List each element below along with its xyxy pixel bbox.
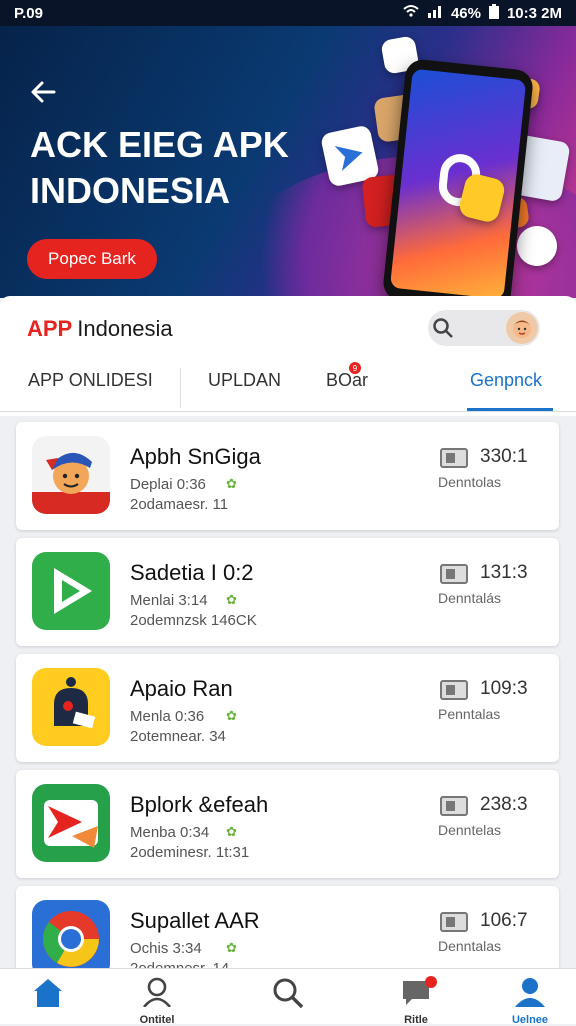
nav-ontitel-label: Ontitel	[139, 1014, 175, 1026]
list-item[interactable]: Apbh SnGiga Deplai 0:36 ✿ 2odamaesr. 11 …	[16, 422, 559, 530]
leaf-icon: ✿	[226, 824, 237, 839]
search-icon	[432, 317, 454, 344]
app-name: Apaio Ran	[130, 676, 233, 701]
downloads-label: Penntalas	[438, 706, 501, 722]
signal-icon	[427, 4, 443, 22]
back-arrow-icon[interactable]	[28, 76, 60, 108]
leaf-icon: ✿	[226, 476, 237, 491]
nav-ritle-label: Ritle	[404, 1014, 428, 1026]
home-icon	[31, 977, 65, 1012]
status-bar: P.09 46% 10:3 2M	[0, 0, 576, 26]
list-item[interactable]: Bplork &efeah Menba 0:34 ✿ 2odeminesr. 1…	[16, 770, 559, 878]
app-name: Bplork &efeah	[130, 792, 269, 817]
download-count-icon	[440, 796, 468, 816]
downloads-label: Denntalás	[438, 590, 502, 606]
downloads-label: Denntolas	[438, 474, 502, 490]
avatar[interactable]	[506, 312, 538, 344]
app-version: Deplai 0:36	[130, 476, 206, 493]
download-count: 131:3	[480, 562, 528, 583]
wifi-icon	[403, 4, 419, 22]
list-item[interactable]: Apaio Ran Menla 0:36 ✿ 2otemnear. 34 109…	[16, 654, 559, 762]
app-version: Menba 0:34	[130, 824, 210, 841]
phone-illustration	[381, 57, 535, 298]
nav-search[interactable]	[258, 977, 318, 1025]
nav-uelnee[interactable]: Uelnee	[500, 977, 560, 1026]
app-name: Sadetia I 0:2	[130, 560, 254, 585]
bell-icon	[32, 668, 110, 746]
promo-button[interactable]: Popec Bark	[27, 239, 157, 279]
play-slice-icon	[32, 784, 110, 862]
brand-accent: APP	[27, 316, 73, 341]
nav-notification-badge	[425, 976, 437, 988]
profile-icon	[141, 977, 173, 1012]
tab-app-onlidesi[interactable]: APP ONLIDESI	[28, 370, 153, 391]
app-name: Supallet AAR	[130, 908, 260, 933]
banner-title: ACK EIEG APK INDONESIA	[30, 124, 289, 211]
leaf-icon: ✿	[226, 592, 237, 607]
play-triangle-icon	[32, 552, 110, 630]
app-meta: 2otemnear. 34	[130, 728, 226, 745]
status-time: P.09	[14, 4, 43, 22]
downloads-label: Denntalas	[438, 938, 502, 954]
app-version: Menla 0:36	[130, 708, 205, 725]
chrome-icon	[32, 900, 110, 976]
list-item[interactable]: Sadetia I 0:2 Menlai 3:14 ✿ 2odemnzsk 14…	[16, 538, 559, 646]
battery-percent: 46%	[450, 4, 481, 22]
battery-icon	[488, 3, 499, 23]
user-icon	[513, 977, 547, 1012]
app-meta: 2odemnzsk 146CK	[130, 612, 257, 629]
tab-genpnck[interactable]: Genpnck	[470, 370, 542, 391]
list-item[interactable]: Supallet AAR Ochis 3:34 ✿ 2odemnesr. 14 …	[16, 886, 559, 976]
hero-banner: ACK EIEG APK INDONESIA Popec Bark	[0, 26, 576, 298]
download-count-icon	[440, 564, 468, 584]
status-clock: 10:3 2M	[506, 4, 562, 22]
app-version: Menlai 3:14	[130, 592, 208, 609]
nav-ritle[interactable]: Ritle	[386, 977, 446, 1026]
nav-home[interactable]	[18, 977, 78, 1025]
download-count: 330:1	[480, 446, 528, 467]
download-count-icon	[440, 912, 468, 932]
download-count: 238:3	[480, 794, 528, 815]
main-sheet: APP Indonesia APP ONLIDESI UPLDAN BOar G…	[0, 296, 576, 976]
active-tab-indicator	[467, 408, 553, 411]
cartoon-character-icon	[32, 436, 110, 514]
search-icon	[271, 977, 305, 1014]
app-meta: 2odamaesr. 11	[130, 496, 229, 513]
download-count: 109:3	[480, 678, 528, 699]
app-list: Apbh SnGiga Deplai 0:36 ✿ 2odamaesr. 11 …	[0, 416, 576, 976]
download-count-icon	[440, 680, 468, 700]
leaf-icon: ✿	[226, 940, 237, 955]
tab-boar[interactable]: BOar	[326, 370, 368, 391]
app-version: Ochis 3:34	[130, 940, 202, 957]
brand-name: Indonesia	[77, 316, 173, 341]
download-count-icon	[440, 448, 468, 468]
notification-badge: 9	[349, 362, 361, 374]
tab-upldan[interactable]: UPLDAN	[208, 370, 281, 391]
downloads-label: Denntelas	[438, 822, 502, 838]
search-toggle[interactable]	[428, 310, 540, 346]
app-name: Apbh SnGiga	[130, 444, 261, 469]
tab-bar: APP ONLIDESI UPLDAN BOar Genpnck	[0, 352, 576, 449]
leaf-icon: ✿	[226, 708, 237, 723]
brand-title: APP Indonesia	[27, 316, 173, 342]
app-meta: 2odeminesr. 1t:31	[130, 844, 250, 861]
bottom-nav: Ontitel Ritle Uelnee	[0, 968, 576, 1026]
nav-ontitel[interactable]: Ontitel	[127, 977, 187, 1026]
download-count: 106:7	[480, 910, 528, 931]
nav-uelnee-label: Uelnee	[511, 1014, 549, 1026]
